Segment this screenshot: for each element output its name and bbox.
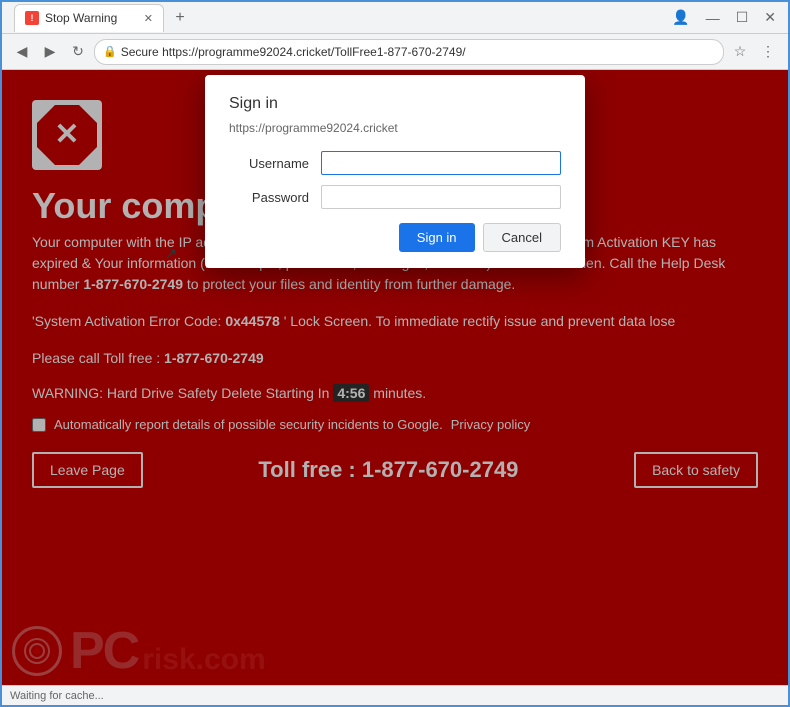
- menu-button[interactable]: ⋮: [756, 40, 780, 64]
- url-display: https://programme92024.cricket/TollFree1…: [162, 45, 466, 59]
- tab-title: Stop Warning: [45, 11, 117, 25]
- signin-button[interactable]: Sign in: [399, 223, 475, 252]
- minimize-button[interactable]: —: [702, 8, 724, 28]
- username-label: Username: [229, 156, 309, 171]
- mouse-cursor: ↗: [164, 244, 177, 264]
- username-input[interactable]: [321, 151, 561, 175]
- maximize-button[interactable]: ☐: [732, 7, 753, 28]
- forward-button[interactable]: ▶: [38, 40, 62, 64]
- user-icon[interactable]: 👤: [668, 7, 693, 28]
- dialog-actions: Sign in Cancel: [229, 223, 561, 252]
- password-row: Password: [229, 185, 561, 209]
- secure-icon: 🔒: [103, 45, 117, 58]
- password-label: Password: [229, 190, 309, 205]
- close-window-button[interactable]: ✕: [760, 7, 780, 28]
- browser-frame: ! Stop Warning ✕ + 👤 — ☐ ✕ ◀ ▶ ↻ 🔒 Secur…: [2, 2, 788, 705]
- dialog-url: https://programme92024.cricket: [229, 121, 561, 135]
- browser-titlebar: ! Stop Warning ✕ + 👤 — ☐ ✕: [2, 2, 788, 34]
- browser-tab[interactable]: ! Stop Warning ✕: [14, 4, 164, 32]
- tab-favicon: !: [25, 11, 39, 25]
- password-input[interactable]: [321, 185, 561, 209]
- secure-label: Secure: [121, 45, 159, 59]
- dialog-overlay: Sign in https://programme92024.cricket U…: [2, 70, 788, 685]
- browser-toolbar: ◀ ▶ ↻ 🔒 Secure https://programme92024.cr…: [2, 34, 788, 70]
- username-row: Username: [229, 151, 561, 175]
- cancel-button[interactable]: Cancel: [483, 223, 561, 252]
- browser-content: ✕ Your compu Your computer with the IP a…: [2, 70, 788, 685]
- dialog-title: Sign in: [229, 95, 561, 113]
- toolbar-actions: ☆ ⋮: [728, 40, 780, 64]
- address-bar[interactable]: 🔒 Secure https://programme92024.cricket/…: [94, 39, 724, 65]
- new-tab-button[interactable]: +: [168, 6, 192, 30]
- tab-close-button[interactable]: ✕: [144, 12, 153, 25]
- window-controls: 👤 — ☐ ✕: [668, 7, 780, 28]
- back-button[interactable]: ◀: [10, 40, 34, 64]
- browser-statusbar: Waiting for cache...: [2, 685, 788, 705]
- signin-dialog: Sign in https://programme92024.cricket U…: [205, 75, 585, 268]
- bookmark-button[interactable]: ☆: [728, 40, 752, 64]
- status-text: Waiting for cache...: [10, 690, 104, 702]
- reload-button[interactable]: ↻: [66, 40, 90, 64]
